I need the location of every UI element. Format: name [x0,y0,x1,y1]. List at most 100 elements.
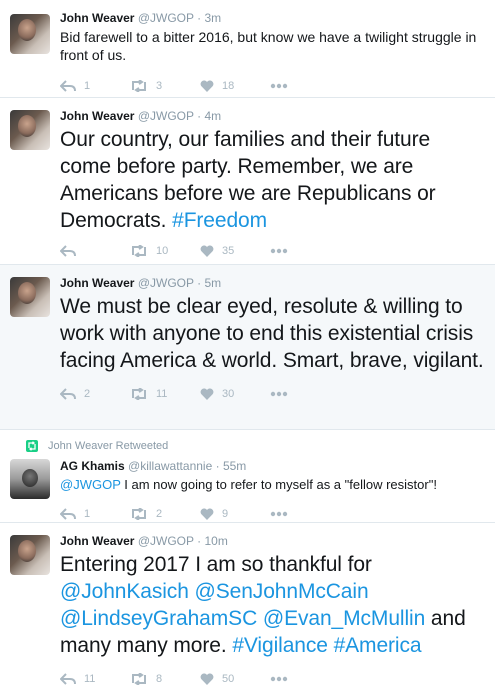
hashtag-link[interactable]: #Freedom [172,209,267,232]
author-handle[interactable]: @JWGOP [138,109,194,123]
retweeted-icon [26,440,38,452]
author-name[interactable]: John Weaver [60,534,134,548]
tweet-actions: 1 3 18 [60,72,485,100]
author-name[interactable]: John Weaver [60,109,134,123]
retweet-icon [132,673,146,685]
tweet-text: Bid farewell to a bitter 2016, but know … [60,29,477,63]
retweet-count: 10 [156,245,169,257]
tweet[interactable]: John Weaver @JWGOP · 3m Bid farewell to … [0,0,495,98]
author-handle[interactable]: @JWGOP [138,11,194,25]
retweet-button[interactable]: 3 [130,80,200,92]
retweet-icon [132,245,146,257]
reply-icon [60,80,76,92]
hashtag-links[interactable]: #Vigilance #America [232,634,421,657]
author-name[interactable]: John Weaver [60,11,134,25]
tweet[interactable]: John Weaver Retweeted AG Khamis @killawa… [0,430,495,523]
tweet-actions: 10 35 [60,237,485,265]
reply-button[interactable]: 11 [60,673,130,685]
author-handle[interactable]: @JWGOP [138,534,194,548]
avatar[interactable] [10,14,50,54]
timestamp[interactable]: 55m [223,459,246,473]
retweet-button[interactable]: 2 [130,508,200,520]
timestamp[interactable]: 4m [204,109,221,123]
heart-icon [200,245,214,257]
more-icon [270,83,288,89]
reply-icon [60,388,76,400]
tweet-body: Entering 2017 I am so thankful for [60,553,372,576]
more-button[interactable] [270,511,340,517]
heart-icon [200,80,214,92]
timestamp[interactable]: 5m [204,276,221,290]
like-button[interactable]: 9 [200,508,270,520]
retweet-icon [132,508,146,520]
more-button[interactable] [270,676,340,682]
more-button[interactable] [270,248,340,254]
retweet-context: John Weaver Retweeted [26,438,485,454]
like-button[interactable]: 50 [200,673,270,685]
tweet-text: @JWGOP I am now going to refer to myself… [60,476,485,494]
tweet-body: I am now going to refer to myself as a "… [124,477,437,492]
like-button[interactable]: 18 [200,80,270,92]
reply-button[interactable]: 1 [60,508,130,520]
timestamp[interactable]: 10m [204,534,227,548]
retweet-button[interactable]: 8 [130,673,200,685]
more-button[interactable] [270,391,340,397]
reply-button[interactable] [60,245,130,257]
mention-link[interactable]: @JWGOP [60,477,121,492]
avatar[interactable] [10,277,50,317]
author-handle[interactable]: @killawattannie [128,459,212,473]
retweet-button[interactable]: 10 [130,245,200,257]
reply-count: 1 [84,80,91,92]
separator: · [197,534,202,548]
separator: · [197,276,202,290]
timestamp[interactable]: 3m [204,11,221,25]
author-handle[interactable]: @JWGOP [138,276,194,290]
avatar[interactable] [10,535,50,575]
like-button[interactable]: 30 [200,388,270,400]
reply-icon [60,245,76,257]
tweet-text: Entering 2017 I am so thankful for @John… [60,551,485,659]
more-button[interactable] [270,83,340,89]
reply-count: 11 [84,673,96,685]
retweet-count: 11 [156,388,168,400]
mention-links[interactable]: @JohnKasich @SenJohnMcCain @LindseyGraha… [60,580,425,630]
avatar[interactable] [10,110,50,150]
heart-icon [200,388,214,400]
like-count: 9 [222,508,229,520]
reply-icon [60,508,76,520]
retweet-count: 2 [156,508,163,520]
tweet[interactable]: John Weaver @JWGOP · 5m We must be clear… [0,265,495,430]
tweet-header: John Weaver @JWGOP · 5m [60,275,485,291]
retweet-count: 3 [156,80,163,92]
tweet[interactable]: John Weaver @JWGOP · 4m Our country, our… [0,98,495,265]
like-button[interactable]: 35 [200,245,270,257]
reply-count: 1 [84,508,91,520]
retweet-button[interactable]: 11 [130,388,200,400]
tweet-text: We must be clear eyed, resolute & willin… [60,295,484,372]
more-icon [270,391,288,397]
tweet-header: John Weaver @JWGOP · 3m [60,10,485,26]
reply-icon [60,673,76,685]
like-count: 50 [222,673,235,685]
like-count: 18 [222,80,235,92]
author-name[interactable]: John Weaver [60,276,134,290]
tweet-text: Our country, our families and their futu… [60,126,485,234]
tweet-header: AG Khamis @killawattannie · 55m [60,458,485,474]
avatar[interactable] [10,459,50,499]
separator: · [215,459,220,473]
tweet-header: John Weaver @JWGOP · 10m [60,533,485,549]
retweet-icon [132,388,146,400]
heart-icon [200,508,214,520]
heart-icon [200,673,214,685]
reply-button[interactable]: 1 [60,80,130,92]
tweet-actions: 11 8 50 [60,665,485,693]
tweet-actions: 2 11 30 [60,380,485,408]
reply-button[interactable]: 2 [60,388,130,400]
retweet-context-label[interactable]: John Weaver Retweeted [48,440,168,452]
reply-count: 2 [84,388,91,400]
separator: · [197,11,202,25]
like-count: 35 [222,245,235,257]
tweet[interactable]: John Weaver @JWGOP · 10m Entering 2017 I… [0,523,495,687]
separator: · [197,109,202,123]
author-name[interactable]: AG Khamis [60,459,125,473]
